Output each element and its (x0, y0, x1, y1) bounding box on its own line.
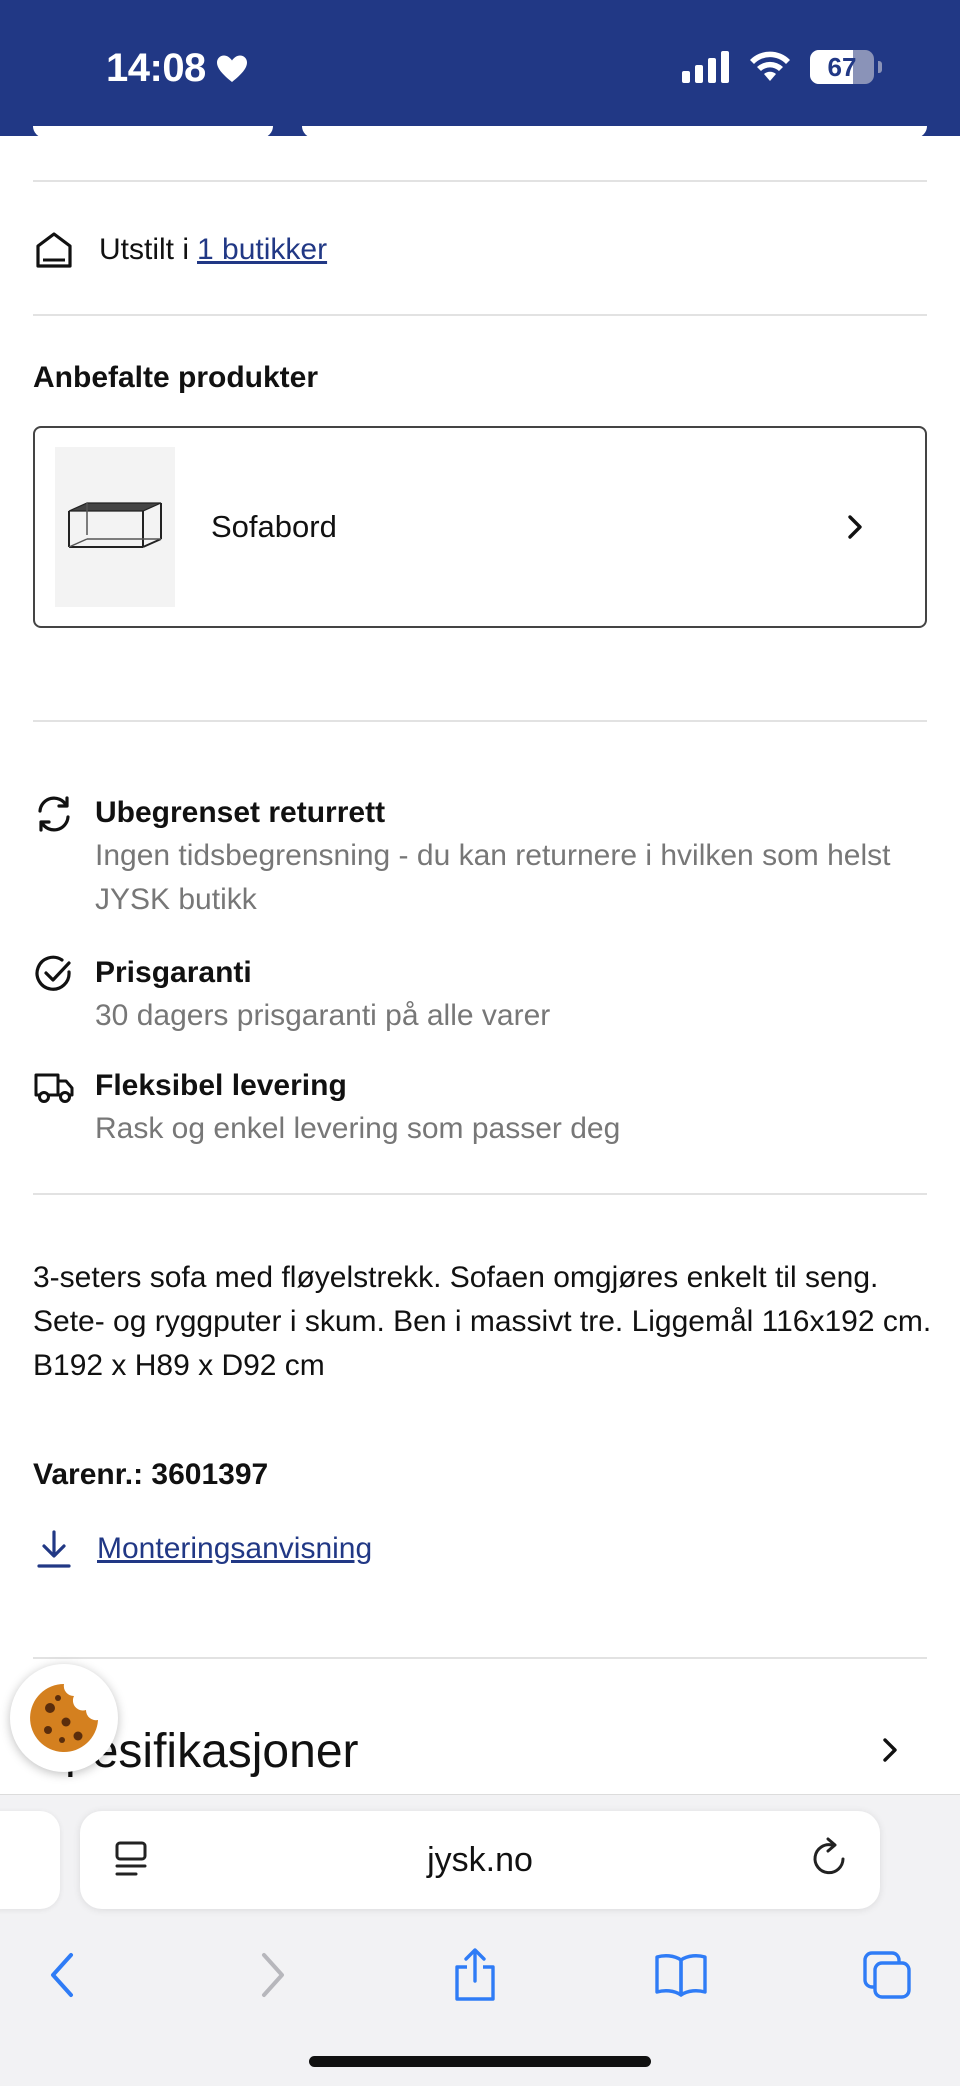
status-indicators: 67 (682, 50, 882, 84)
check-circle-icon (33, 952, 75, 994)
tabs-icon (863, 1951, 911, 1999)
usp-price-guarantee: Prisgaranti 30 dagers prisgaranti på all… (33, 952, 915, 1038)
refresh-icon (33, 792, 75, 834)
store-icon (33, 229, 75, 271)
usp-return-policy: Ubegrenset returrett Ingen tidsbegrensni… (33, 792, 915, 922)
cookie-icon (30, 1684, 98, 1752)
usp-description: Rask og enkel levering som passer deg (95, 1112, 621, 1145)
recommended-product-card[interactable]: Sofabord (33, 426, 927, 628)
divider (33, 1657, 927, 1659)
recommended-heading: Anbefalte produkter (33, 361, 319, 394)
clock: 14:08 (106, 46, 206, 90)
divider (33, 180, 927, 182)
recommended-product-label: Sofabord (211, 509, 337, 544)
truck-icon (33, 1065, 75, 1107)
cookie-settings-button[interactable] (10, 1664, 118, 1772)
address-bar[interactable]: jysk.no (80, 1811, 880, 1909)
divider (33, 720, 927, 722)
battery-level: 67 (827, 51, 857, 82)
store-availability: Utstilt i 1 butikker (33, 222, 327, 278)
download-icon (33, 1526, 75, 1572)
chevron-right-icon (880, 1736, 900, 1769)
reload-icon[interactable] (810, 1837, 850, 1884)
share-button[interactable] (445, 1945, 505, 2005)
chevron-right-icon (262, 1953, 284, 1997)
assembly-manual[interactable]: Monteringsanvisning (33, 1526, 372, 1572)
status-time: 14:08 (106, 46, 248, 91)
previous-tab-stub[interactable] (0, 1811, 60, 1909)
product-description: 3-seters sofa med fløyelstrekk. Sofaen o… (33, 1261, 932, 1382)
chevron-left-icon (51, 1953, 73, 1997)
url-text: jysk.no (427, 1841, 533, 1879)
usp-title: Prisgaranti (95, 956, 252, 989)
item-number: Varenr.: 3601397 (33, 1458, 269, 1491)
usp-description: 30 dagers prisgaranti på alle varer (95, 999, 551, 1032)
header-sliver-right (302, 126, 927, 138)
bookmarks-button[interactable] (651, 1945, 711, 2005)
header-sliver-left (33, 126, 273, 138)
assembly-manual-link[interactable]: Monteringsanvisning (97, 1532, 372, 1566)
chevron-right-icon (825, 513, 885, 541)
usp-title: Ubegrenset returrett (95, 796, 386, 829)
divider (33, 1193, 927, 1195)
divider (33, 314, 927, 316)
browser-chrome: jysk.no (0, 1794, 960, 2086)
usp-flexible-delivery: Fleksibel levering Rask og enkel leverin… (33, 1065, 915, 1151)
store-availability-prefix: Utstilt i (99, 233, 189, 266)
forward-button[interactable] (243, 1945, 303, 2005)
book-icon (655, 1954, 707, 1997)
home-indicator (309, 2056, 651, 2067)
store-count-link[interactable]: 1 butikker (197, 233, 327, 267)
share-icon (455, 1948, 495, 2001)
coffee-table-image (68, 502, 162, 548)
wifi-icon (750, 51, 790, 81)
heart-icon (216, 55, 247, 82)
battery-indicator: 67 (810, 50, 882, 84)
tabs-button[interactable] (857, 1945, 917, 2005)
usp-description: Ingen tidsbegrensning - du kan returnere… (95, 839, 891, 916)
usp-title: Fleksibel levering (95, 1069, 347, 1102)
back-button[interactable] (32, 1945, 92, 2005)
status-bar: 14:08 67 (0, 0, 960, 136)
product-thumbnail (55, 447, 175, 607)
signal-icon (682, 51, 729, 83)
specifications-row[interactable]: Spesifikasjoner (0, 1714, 960, 1794)
